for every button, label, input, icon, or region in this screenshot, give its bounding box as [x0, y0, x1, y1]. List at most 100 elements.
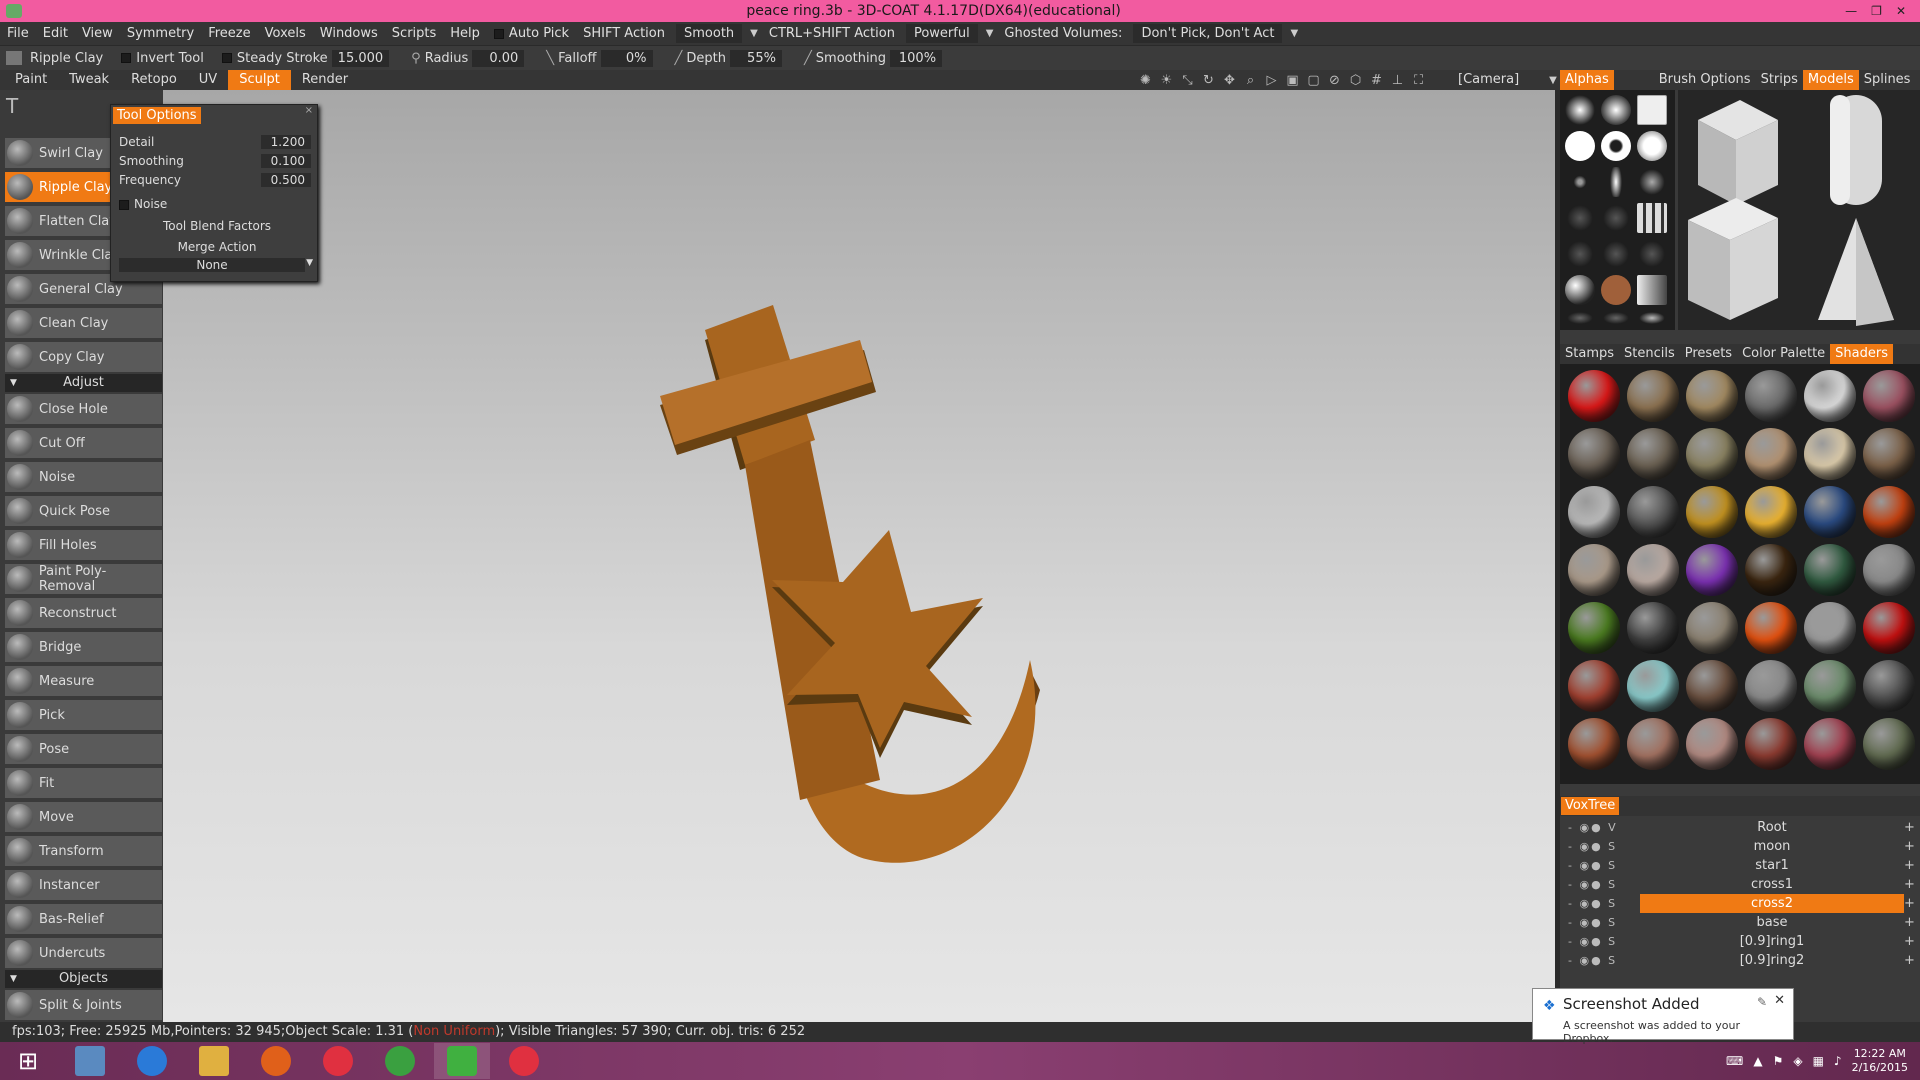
model-capsule[interactable] [1830, 95, 1882, 205]
shader-swatch[interactable] [1627, 718, 1679, 770]
invert-checkbox[interactable] [121, 53, 132, 63]
smoothing-slider[interactable]: Smoothing 0.100 [119, 154, 315, 168]
depth-value[interactable]: 55% [729, 49, 782, 67]
tool-noise[interactable]: Noise [5, 462, 162, 494]
shader-swatch[interactable] [1804, 660, 1856, 712]
shader-swatch[interactable] [1863, 718, 1915, 770]
falloff-control[interactable]: ╲ Falloff 0% [546, 49, 653, 67]
shader-swatch[interactable] [1804, 544, 1856, 596]
shader-swatch[interactable] [1804, 718, 1856, 770]
menu-help[interactable]: Help [443, 26, 487, 41]
tab-tweak[interactable]: Tweak [58, 70, 120, 90]
menu-file[interactable]: File [0, 26, 36, 41]
tab-splines[interactable]: Splines [1859, 70, 1916, 90]
detail-value[interactable]: 1.200 [261, 135, 311, 149]
model-box[interactable] [1688, 198, 1778, 320]
3d-viewport[interactable] [163, 90, 1555, 1022]
shader-swatch[interactable] [1745, 602, 1797, 654]
tool-bridge[interactable]: Bridge [5, 632, 162, 664]
add-icon[interactable]: + [1904, 913, 1915, 932]
shader-swatch[interactable] [1686, 486, 1738, 538]
axis-icon[interactable]: ⊥ [1390, 73, 1405, 88]
shader-swatch[interactable] [1627, 602, 1679, 654]
smoothing-value[interactable]: 100% [890, 49, 943, 67]
alpha-brush[interactable] [1637, 131, 1667, 161]
add-icon[interactable]: + [1904, 875, 1915, 894]
ctrl-shift-dropdown[interactable]: Powerful [905, 24, 978, 43]
tab-uv[interactable]: UV [188, 70, 228, 90]
shader-swatch[interactable] [1627, 370, 1679, 422]
taskbar-app[interactable] [310, 1043, 366, 1079]
menu-scripts[interactable]: Scripts [385, 26, 443, 41]
menu-windows[interactable]: Windows [313, 26, 385, 41]
play-icon[interactable]: ▷ [1264, 73, 1279, 88]
menu-edit[interactable]: Edit [36, 26, 75, 41]
flag-icon[interactable]: ⚑ [1773, 1054, 1784, 1068]
no-icon[interactable]: ⊘ [1327, 73, 1342, 88]
shader-swatch[interactable] [1568, 660, 1620, 712]
tool-pose[interactable]: Pose [5, 734, 162, 766]
alpha-brush[interactable] [1601, 131, 1631, 161]
shader-swatch[interactable] [1686, 428, 1738, 480]
minimize-icon[interactable]: — [1845, 4, 1857, 18]
shader-swatch[interactable] [1686, 602, 1738, 654]
add-icon[interactable]: + [1904, 894, 1915, 913]
tool-split-joints[interactable]: Split & Joints [5, 990, 162, 1022]
frequency-slider[interactable]: Frequency 0.500 [119, 173, 315, 187]
tab-models[interactable]: Models [1802, 70, 1859, 90]
shader-swatch[interactable] [1863, 602, 1915, 654]
tool-paint-poly-removal[interactable]: Paint Poly-Removal [5, 564, 162, 596]
smoothing-control[interactable]: ╱ Smoothing 100% [804, 49, 943, 67]
visibility-icon[interactable]: - ◉● S [1568, 837, 1617, 856]
shader-swatch[interactable] [1627, 544, 1679, 596]
noise-checkbox[interactable] [119, 199, 129, 210]
radius-value[interactable]: 0.00 [472, 49, 525, 67]
taskbar-app[interactable] [124, 1043, 180, 1079]
shader-swatch[interactable] [1627, 428, 1679, 480]
alpha-brush[interactable] [1601, 239, 1631, 269]
alpha-brush[interactable] [1565, 239, 1595, 269]
tab-sculpt[interactable]: Sculpt [228, 70, 291, 90]
visibility-icon[interactable]: - ◉● S [1568, 932, 1617, 951]
taskbar-app[interactable] [496, 1043, 552, 1079]
section-adjust[interactable]: ▼ Adjust [5, 374, 162, 392]
tool-blend-factors[interactable]: Tool Blend Factors [119, 219, 315, 233]
voxtree-layer[interactable]: - ◉● S [0.9]ring2 + [1560, 951, 1920, 970]
taskbar-app[interactable] [186, 1043, 242, 1079]
voxtree-layer[interactable]: - ◉● Smoon + [1560, 837, 1920, 856]
shader-swatch[interactable] [1568, 486, 1620, 538]
collapse-icon[interactable]: ▼ [10, 374, 17, 392]
close-icon[interactable]: × [305, 105, 313, 116]
add-icon[interactable]: + [1904, 818, 1915, 837]
tool-measure[interactable]: Measure [5, 666, 162, 698]
shader-swatch[interactable] [1686, 718, 1738, 770]
merge-action-dropdown[interactable]: None ▼ [119, 258, 313, 272]
voxtree-layer[interactable]: - ◉● Sstar1 + [1560, 856, 1920, 875]
tab-strips[interactable]: Strips [1756, 70, 1803, 90]
tab-stamps[interactable]: Stamps [1560, 344, 1619, 364]
add-icon[interactable]: + [1904, 951, 1915, 970]
tool-copy-clay[interactable]: Copy Clay [5, 342, 162, 374]
frequency-value[interactable]: 0.500 [261, 173, 311, 187]
invert-tool-toggle[interactable]: Invert Tool [121, 51, 204, 66]
notification-popup[interactable]: ❖ Screenshot Added A screenshot was adde… [1532, 988, 1794, 1045]
shader-swatch[interactable] [1745, 370, 1797, 422]
fit-icon[interactable]: ▢ [1306, 73, 1321, 88]
ghosted-dropdown[interactable]: Don't Pick, Don't Act [1133, 24, 1283, 43]
shader-swatch[interactable] [1804, 602, 1856, 654]
taskbar-app[interactable] [248, 1043, 304, 1079]
alpha-brush[interactable] [1565, 203, 1595, 233]
tool-fill-holes[interactable]: Fill Holes [5, 530, 162, 562]
tray-expand-icon[interactable]: ▲ [1753, 1054, 1762, 1068]
voxtree-title[interactable]: VoxTree [1561, 797, 1620, 815]
visibility-icon[interactable]: - ◉● S [1568, 951, 1617, 970]
tool-undercuts[interactable]: Undercuts [5, 938, 162, 970]
shader-swatch[interactable] [1863, 660, 1915, 712]
tool-transform[interactable]: Transform [5, 836, 162, 868]
alpha-brush[interactable] [1637, 239, 1667, 269]
alpha-brush[interactable] [1565, 275, 1595, 305]
shader-swatch[interactable] [1568, 602, 1620, 654]
tool-cut-off[interactable]: Cut Off [5, 428, 162, 460]
tab-alphas[interactable]: Alphas [1560, 70, 1614, 90]
smoothing-opt-value[interactable]: 0.100 [261, 154, 311, 168]
